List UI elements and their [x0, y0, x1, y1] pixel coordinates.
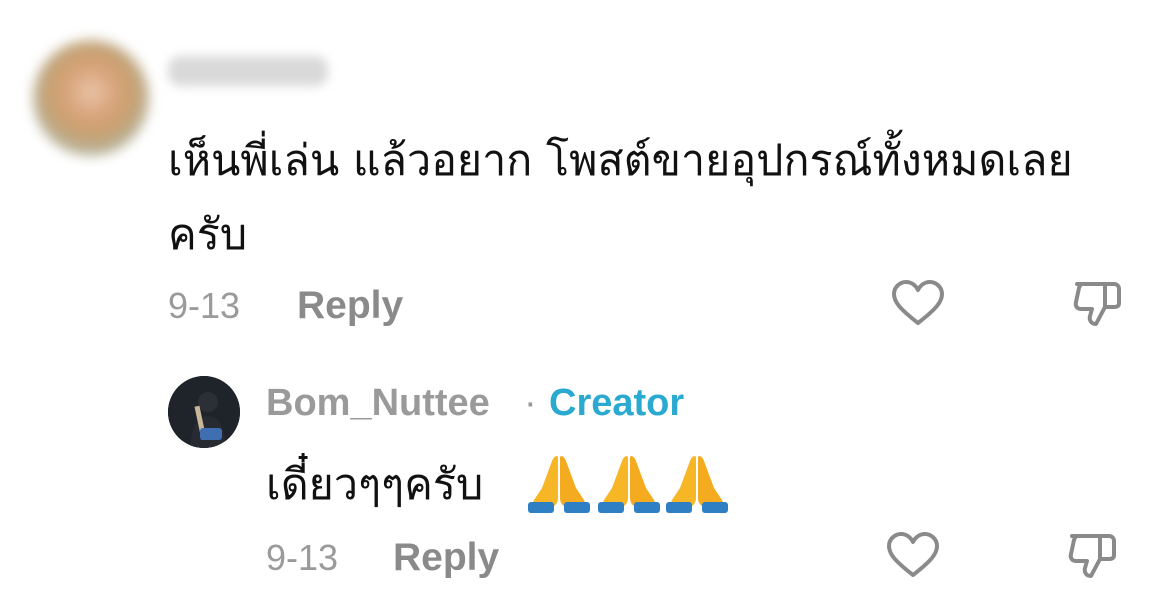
- heart-icon[interactable]: [885, 528, 941, 584]
- comment-date: 9-13: [168, 285, 241, 326]
- reply-reply-button[interactable]: Reply: [393, 536, 499, 580]
- creator-badge: Creator: [549, 382, 685, 424]
- comment-text: เห็นพี่เล่น แล้วอยาก โพสต์ขายอุปกรณ์ทั้ง…: [168, 136, 1073, 260]
- commenter-username-blurred[interactable]: [168, 56, 328, 86]
- heart-icon[interactable]: [890, 276, 946, 332]
- folded-hands-icon: [596, 452, 662, 514]
- commenter-avatar[interactable]: [33, 40, 149, 156]
- thumbs-down-icon[interactable]: [1069, 276, 1125, 332]
- reply-date: 9-13: [266, 537, 339, 578]
- comment-reply-button[interactable]: Reply: [297, 284, 403, 328]
- username-separator: ·: [524, 382, 537, 424]
- creator-avatar[interactable]: [168, 376, 240, 448]
- creator-username[interactable]: Bom_Nuttee: [266, 380, 490, 426]
- folded-hands-icon: [526, 452, 592, 514]
- folded-hands-icon: [664, 452, 730, 514]
- reply-text: เดี๋ยวๆๆครับ: [266, 460, 484, 510]
- thumbs-down-icon[interactable]: [1064, 528, 1120, 584]
